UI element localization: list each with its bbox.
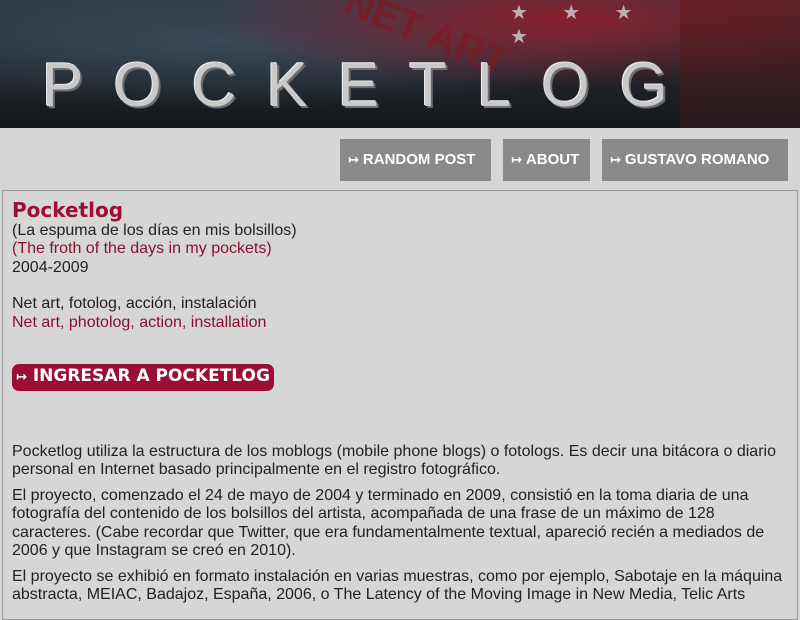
subtitle-spanish: (La espuma de los días en mis bolsillos)	[12, 221, 297, 239]
tags-spanish: Net art, fotolog, acción, instalación	[12, 295, 257, 312]
nav-gustavo-romano-button[interactable]: ↦ GUSTAVO ROMANO	[602, 139, 788, 181]
nav-about-button[interactable]: ↦ ABOUT	[503, 139, 590, 181]
nav-about-label: ABOUT	[525, 151, 580, 168]
page-title: Pocketlog	[12, 198, 124, 222]
description-paragraph: El proyecto, comenzado el 24 de mayo de …	[12, 486, 765, 560]
header-banner: ★ ★ ★ ★ NET ART POCKETLOG	[0, 0, 800, 128]
enter-pocketlog-button[interactable]: ↦ INGRESAR A POCKETLOG	[12, 364, 274, 391]
description-paragraph: Pocketlog utiliza la estructura de los m…	[12, 442, 776, 479]
banner-stars: ★ ★ ★ ★	[510, 0, 647, 48]
description: Pocketlog utiliza la estructura de los m…	[12, 443, 788, 605]
arrow-icon: ↦	[511, 153, 522, 168]
arrow-icon: ↦	[610, 153, 621, 168]
nav-random-post-label: RANDOM POST	[362, 151, 476, 168]
enter-pocketlog-label: INGRESAR A POCKETLOG	[32, 366, 270, 386]
arrow-icon: ↦	[16, 370, 27, 385]
description-paragraph: El proyecto se exhibió en formato instal…	[12, 567, 783, 604]
subtitle-english: (The froth of the days in my pockets)	[12, 240, 272, 257]
tags-english: Net art, photolog, action, installation	[12, 313, 267, 331]
arrow-icon: ↦	[348, 153, 359, 168]
main-content: Pocketlog (La espuma de los días en mis …	[2, 190, 798, 620]
nav-random-post-button[interactable]: ↦ RANDOM POST	[340, 139, 491, 181]
top-navigation: ↦ RANDOM POST ↦ ABOUT ↦ GUSTAVO ROMANO	[0, 128, 800, 190]
site-logo[interactable]: POCKETLOG	[42, 50, 698, 121]
nav-gustavo-romano-label: GUSTAVO ROMANO	[624, 151, 770, 168]
banner-flag-stripe	[680, 0, 800, 128]
project-years: 2004-2009	[12, 258, 89, 276]
